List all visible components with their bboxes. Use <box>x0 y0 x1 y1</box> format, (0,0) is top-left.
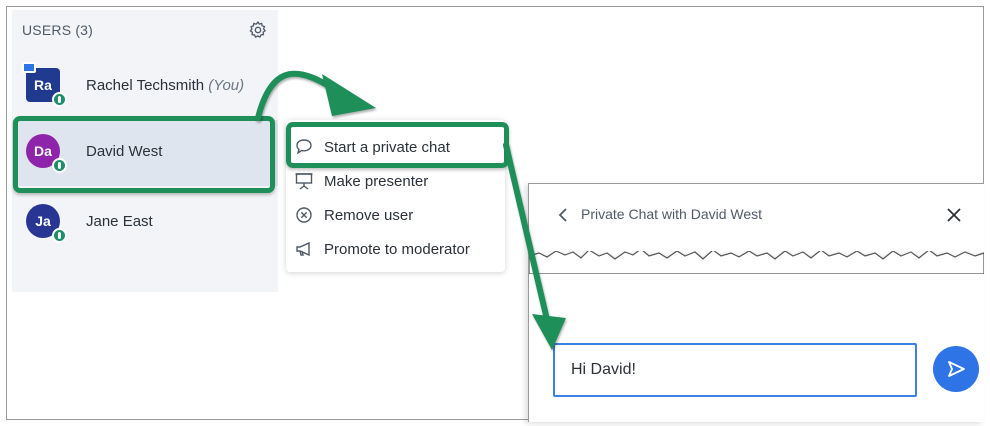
menu-item-label: Promote to moderator <box>324 240 470 258</box>
circle-x-icon <box>296 207 312 223</box>
user-context-menu: Start a private chat Make presenter Remo… <box>286 120 505 272</box>
user-row-jane[interactable]: Ja Jane East <box>12 190 278 256</box>
user-name: Rachel Techsmith (You) <box>86 77 244 94</box>
avatar: Da <box>26 134 67 173</box>
presentation-screen-icon <box>295 173 313 190</box>
user-name: David West <box>86 143 162 160</box>
microphone-icon <box>52 158 67 173</box>
menu-item-make-presenter[interactable]: Make presenter <box>286 166 505 196</box>
users-header: USERS (3) <box>22 22 94 38</box>
send-button[interactable] <box>933 346 979 392</box>
users-panel: USERS (3) Ra Rachel Techsmith (You) Da D… <box>12 10 278 292</box>
avatar-initials: Ja <box>35 213 51 229</box>
speech-bubble-icon <box>296 139 312 155</box>
menu-item-start-private-chat[interactable]: Start a private chat <box>286 132 505 162</box>
menu-item-remove-user[interactable]: Remove user <box>286 200 505 230</box>
chevron-left-icon[interactable] <box>557 206 571 224</box>
you-label: (You) <box>208 77 245 94</box>
torn-edge-divider <box>529 234 984 274</box>
send-icon <box>948 361 965 377</box>
megaphone-icon <box>296 241 310 257</box>
user-row-david[interactable]: Da David West <box>12 120 278 186</box>
avatar: Ra <box>22 62 67 107</box>
avatar-initials: Da <box>34 143 52 159</box>
menu-item-label: Remove user <box>324 206 414 224</box>
user-name-text: Jane East <box>86 213 153 230</box>
microphone-icon <box>52 92 67 107</box>
user-name-text: David West <box>86 143 163 160</box>
user-row-rachel[interactable]: Ra Rachel Techsmith (You) <box>12 54 278 120</box>
presenter-icon <box>22 62 36 73</box>
private-chat-panel: Private Chat with David West <box>528 183 984 422</box>
user-name-text: Rachel Techsmith <box>86 77 205 94</box>
close-icon[interactable] <box>943 204 965 226</box>
avatar-initials: Ra <box>34 77 52 93</box>
avatar: Ja <box>26 204 67 243</box>
microphone-icon <box>52 228 67 243</box>
gear-icon[interactable] <box>248 20 268 40</box>
chat-title: Private Chat with David West <box>581 206 763 222</box>
chat-message-input[interactable] <box>553 343 917 397</box>
user-name: Jane East <box>86 213 153 230</box>
menu-item-label: Make presenter <box>324 172 429 190</box>
menu-item-promote-moderator[interactable]: Promote to moderator <box>286 234 505 264</box>
menu-item-label: Start a private chat <box>324 138 450 156</box>
